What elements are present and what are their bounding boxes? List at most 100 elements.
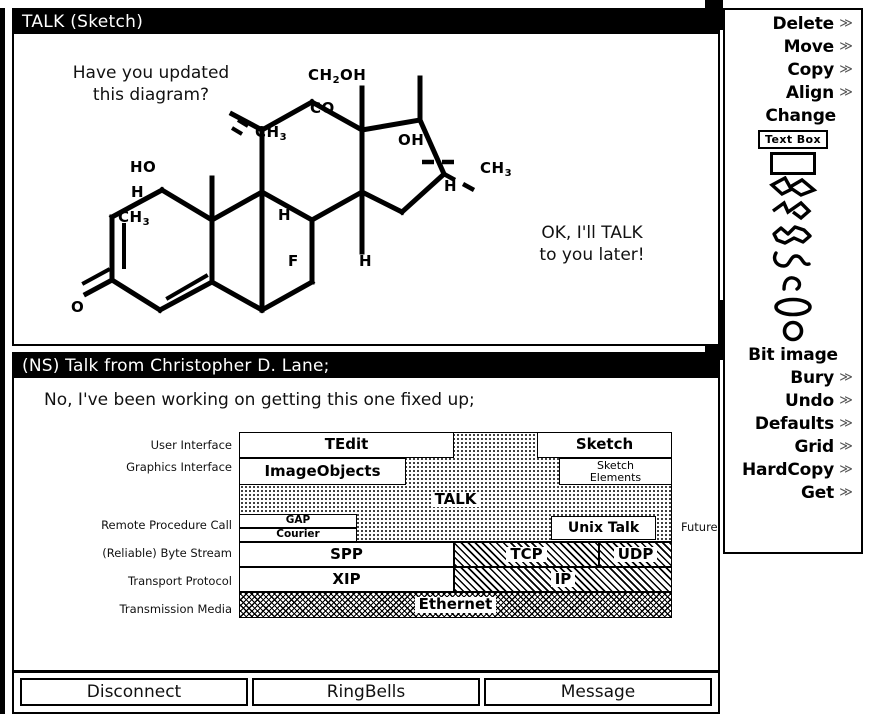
talk-window[interactable]: (NS) Talk from Christopher D. Lane; No, …	[12, 352, 720, 714]
molecule-label-h-c14: H	[359, 252, 372, 270]
menu-item-grid[interactable]: Grid ≫	[725, 435, 861, 458]
closed-polygon-tool-icon[interactable]	[768, 224, 818, 246]
submenu-arrow-icon: ≫	[839, 462, 853, 477]
menu-item-bit-image[interactable]: Bit image	[725, 343, 861, 366]
rectangle-tool-icon[interactable]	[770, 151, 816, 175]
talk-window-title: (NS) Talk from Christopher D. Lane;	[22, 356, 330, 376]
molecule-label-h-c8: H	[278, 206, 291, 224]
menu-item-copy-label: Copy	[787, 59, 834, 80]
sketch-tool-menu[interactable]: Delete ≫ Move ≫ Copy ≫ Align ≫ Change Te…	[723, 8, 863, 554]
stack-row-labels: User Interface Graphics Interface Remote…	[34, 432, 232, 632]
submenu-arrow-icon: ≫	[839, 485, 853, 500]
sketch-canvas[interactable]: Have you updated this diagram? OK, I'll …	[14, 34, 718, 344]
protocol-stack-diagram: User Interface Graphics Interface Remote…	[34, 432, 718, 632]
molecule-label-ch3-c10: CH3	[118, 208, 151, 228]
message-button[interactable]: Message	[484, 677, 712, 706]
menu-item-bury-label: Bury	[790, 367, 834, 388]
tool-curve-row[interactable]	[725, 247, 861, 271]
submenu-arrow-icon: ≫	[839, 85, 853, 100]
menu-item-undo[interactable]: Undo ≫	[725, 389, 861, 412]
desktop-left-frame	[0, 0, 5, 722]
sketch-window[interactable]: TALK (Sketch) Have you updated this diag…	[12, 8, 720, 346]
arrow-polyline-tool-icon[interactable]	[768, 176, 818, 198]
submenu-arrow-icon: ≫	[839, 62, 853, 77]
menu-item-change-label: Change	[765, 105, 836, 126]
menu-item-move-label: Move	[783, 36, 835, 57]
molecule-label-o-ketone: O	[71, 298, 84, 316]
molecule-label-co: CO	[310, 99, 335, 117]
menu-item-copy[interactable]: Copy ≫	[725, 58, 861, 81]
menu-item-delete[interactable]: Delete ≫	[725, 12, 861, 35]
stack-label-user-interface: User Interface	[150, 438, 232, 452]
dexamethasone-structure	[81, 75, 476, 314]
tool-arrow-polyline-row[interactable]	[725, 175, 861, 199]
sketch-titlebar[interactable]: TALK (Sketch)	[14, 10, 718, 34]
disconnect-button[interactable]: Disconnect	[20, 677, 248, 706]
submenu-arrow-icon: ≫	[839, 39, 853, 54]
menu-item-move[interactable]: Move ≫	[725, 35, 861, 58]
stack-box-spp: SPP	[239, 542, 454, 567]
tool-closed-polygon-row[interactable]	[725, 223, 861, 247]
stack-box-unix-talk: Unix Talk	[551, 516, 656, 540]
submenu-arrow-icon: ≫	[839, 370, 853, 385]
menu-item-bury[interactable]: Bury ≫	[725, 366, 861, 389]
stack-box-tedit: TEdit	[239, 432, 454, 458]
talk-body[interactable]: No, I've been working on getting this on…	[14, 378, 718, 670]
molecule-label-ch3-c16: CH3	[480, 159, 513, 179]
menu-item-hardcopy[interactable]: HardCopy ≫	[725, 458, 861, 481]
tool-open-polygon-row[interactable]	[725, 199, 861, 223]
open-polygon-tool-icon[interactable]	[768, 200, 818, 222]
menu-item-undo-label: Undo	[785, 390, 834, 411]
tool-rectangle-row[interactable]	[725, 151, 861, 175]
stack-box-imageobjects: ImageObjects	[239, 458, 406, 485]
menu-item-delete-label: Delete	[772, 13, 835, 34]
stack-box-xip: XIP	[239, 567, 454, 592]
menu-item-get[interactable]: Get ≫	[725, 481, 861, 504]
menu-item-defaults[interactable]: Defaults ≫	[725, 412, 861, 435]
stack-label-byte-stream: (Reliable) Byte Stream	[102, 546, 232, 560]
stack-box-ip: IP	[454, 567, 672, 592]
menu-item-defaults-label: Defaults	[754, 413, 834, 434]
menu-item-align[interactable]: Align ≫	[725, 81, 861, 104]
sketch-note-later: OK, I'll TALK to you later!	[539, 223, 645, 266]
stack-label-transport-protocol: Transport Protocol	[128, 574, 232, 588]
menu-item-change[interactable]: Change	[725, 104, 861, 127]
tool-textbox-row[interactable]: Text Box	[725, 127, 861, 151]
stack-annotation-future: Future	[681, 520, 718, 534]
talk-titlebar[interactable]: (NS) Talk from Christopher D. Lane;	[14, 354, 718, 378]
tool-circle-row[interactable]	[725, 319, 861, 343]
molecule-label-ho: HO	[130, 158, 157, 176]
stack-label-graphics-interface: Graphics Interface	[126, 460, 232, 474]
tool-arc-row[interactable]	[725, 271, 861, 295]
molecule-label-f-c9: F	[288, 252, 299, 270]
ringbells-button[interactable]: RingBells	[252, 677, 480, 706]
stack-box-talk: TALK	[239, 485, 672, 514]
submenu-arrow-icon: ≫	[839, 16, 853, 31]
stack-box-sketch-elements: Sketch Elements	[559, 458, 672, 485]
menu-item-hardcopy-label: HardCopy	[741, 459, 834, 480]
menu-item-grid-label: Grid	[794, 436, 834, 457]
submenu-arrow-icon: ≫	[839, 439, 853, 454]
tool-ellipse-row[interactable]	[725, 295, 861, 319]
stack-label-rpc: Remote Procedure Call	[101, 518, 232, 532]
talk-button-bar: Disconnect RingBells Message	[14, 670, 718, 712]
arc-tool-icon[interactable]	[768, 273, 818, 293]
stack-box-ethernet: Ethernet	[239, 592, 672, 618]
text-box-tool-icon[interactable]: Text Box	[758, 129, 828, 149]
menu-item-bit-image-label: Bit image	[748, 344, 838, 365]
stack-box-tcp: TCP	[454, 542, 599, 567]
sketch-window-title: TALK (Sketch)	[22, 12, 144, 32]
molecule-label-h-c11: H	[131, 183, 144, 201]
stack-box-udp: UDP	[599, 542, 672, 567]
curve-tool-icon[interactable]	[768, 248, 818, 270]
stack-box-courier: Courier	[239, 528, 357, 542]
ellipse-tool-icon[interactable]	[768, 296, 818, 318]
circle-tool-icon[interactable]	[768, 320, 818, 342]
stack-grid: TEdit Sketch ImageObjects Sketch Element…	[239, 432, 718, 632]
molecule-label-ch3-c13: CH3	[255, 123, 288, 143]
molecule-label-oh-c17: OH	[398, 131, 425, 149]
talk-message-text: No, I've been working on getting this on…	[44, 390, 475, 410]
stack-box-sketch: Sketch	[537, 432, 672, 458]
submenu-arrow-icon: ≫	[839, 416, 853, 431]
stack-label-transmission-media: Transmission Media	[119, 602, 232, 616]
